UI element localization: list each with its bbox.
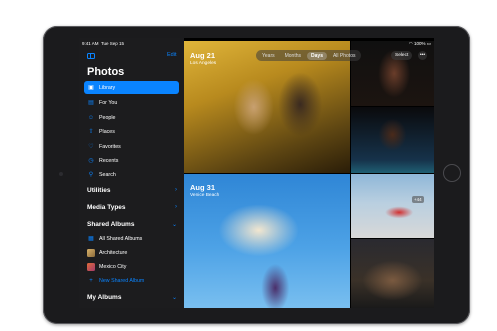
section-label: Utilities [87,186,111,194]
sidebar-item-label: New Shared Album [99,277,145,284]
status-time: 9:41 AM [82,41,99,46]
people-icon: ☺ [87,114,95,121]
sidebar-item-label: Places [99,128,115,135]
heart-icon: ♡ [88,143,94,150]
for-you-icon: ▤ [88,99,94,106]
sidebar-item-places[interactable]: ⇧ Places [84,125,179,138]
sidebar-item-label: All Shared Albums [99,235,143,242]
shared-albums-icon: ▦ [88,235,94,242]
sidebar-item-label: Search [99,171,116,178]
section-media-types[interactable]: Media Types › [87,201,177,213]
more-count-badge: +44 [412,196,424,203]
page-title: Photos [87,66,125,78]
status-battery: 100% [413,41,426,46]
home-button[interactable] [443,164,461,182]
group-date: Aug 31 [190,183,216,192]
photo-tile-group-selfie[interactable] [351,239,434,308]
sidebar-item-new-shared-album[interactable]: + New Shared Album [84,274,179,287]
sidebar-item-all-shared-albums[interactable]: ▦ All Shared Albums [84,232,179,245]
sidebar-item-label: Architecture [99,249,128,256]
segment-days[interactable]: Days [307,51,327,60]
sidebar-item-label: Recents [99,157,119,164]
view-segmented-control: Years Months Days All Photos [256,50,362,61]
section-my-albums[interactable]: My Albums ⌄ [87,291,177,303]
sidebar-item-label: Favorites [99,143,121,150]
group-place: Los Angeles [190,61,217,66]
library-icon: ▣ [88,84,94,91]
section-utilities[interactable]: Utilities › [87,184,177,196]
chevron-right-icon: › [175,187,177,193]
status-bar-left: 9:41 AM Tue Sep 15 [82,41,124,46]
sidebar-item-recents[interactable]: ◷ Recents [84,154,179,167]
edit-button[interactable]: Edit [167,52,176,58]
places-icon: ⇧ [88,128,94,135]
segment-years[interactable]: Years [258,52,279,60]
sidebar-item-label: People [99,114,116,121]
sidebar-item-architecture[interactable]: Architecture [84,246,179,259]
chevron-down-icon: ⌄ [171,221,177,228]
sidebar-item-label: For You [99,99,118,106]
section-label: Shared Albums [87,220,135,228]
section-shared-albums[interactable]: Shared Albums ⌄ [87,218,177,230]
sidebar-item-library[interactable]: ▣ Library [84,81,179,94]
photo-tile-portrait-curly-hair[interactable] [351,107,434,173]
status-date: Tue Sep 15 [100,41,125,46]
sidebar-item-label: Library [99,84,116,91]
group-place: Venice Beach [190,193,220,198]
clock-icon: ◷ [88,157,94,164]
battery-icon: ▭ [426,41,431,46]
photo-library-grid: Aug 21 Los Angeles Aug 31 Venice Beach Y… [184,38,434,308]
more-icon[interactable]: ••• [418,51,427,60]
wifi-icon: ◠ [408,41,413,46]
group-date: Aug 21 [190,51,216,60]
album-thumbnail [87,248,95,257]
sidebar-item-for-you[interactable]: ▤ For You [84,96,179,109]
segment-all-photos[interactable]: All Photos [329,52,360,60]
section-label: Media Types [87,203,126,211]
front-camera [59,172,63,176]
sidebar-item-mexico-city[interactable]: Mexico City [84,260,179,273]
select-button[interactable]: Select [391,51,413,60]
chevron-down-icon: ⌄ [171,294,177,301]
section-label: My Albums [87,293,122,301]
chevron-right-icon: › [175,204,177,210]
sidebar-item-favorites[interactable]: ♡ Favorites [84,140,179,153]
sidebar-toggle-icon[interactable] [87,53,95,59]
photo-tile-rooftop[interactable] [351,174,434,238]
plus-icon: + [89,277,93,284]
sidebar-item-label: Mexico City [99,263,127,270]
sidebar-item-people[interactable]: ☺ People [84,111,179,124]
album-thumbnail [87,262,95,271]
sidebar-item-search[interactable]: ⚲ Search [84,168,179,181]
search-icon: ⚲ [88,171,94,178]
segment-months[interactable]: Months [281,52,305,60]
screen: Aug 21 Los Angeles Aug 31 Venice Beach Y… [79,38,434,308]
status-bar-right: ◠ 100% ▭ [409,41,431,47]
sidebar: Edit Photos ▣ Library ▤ For You ☺ People… [79,38,184,308]
